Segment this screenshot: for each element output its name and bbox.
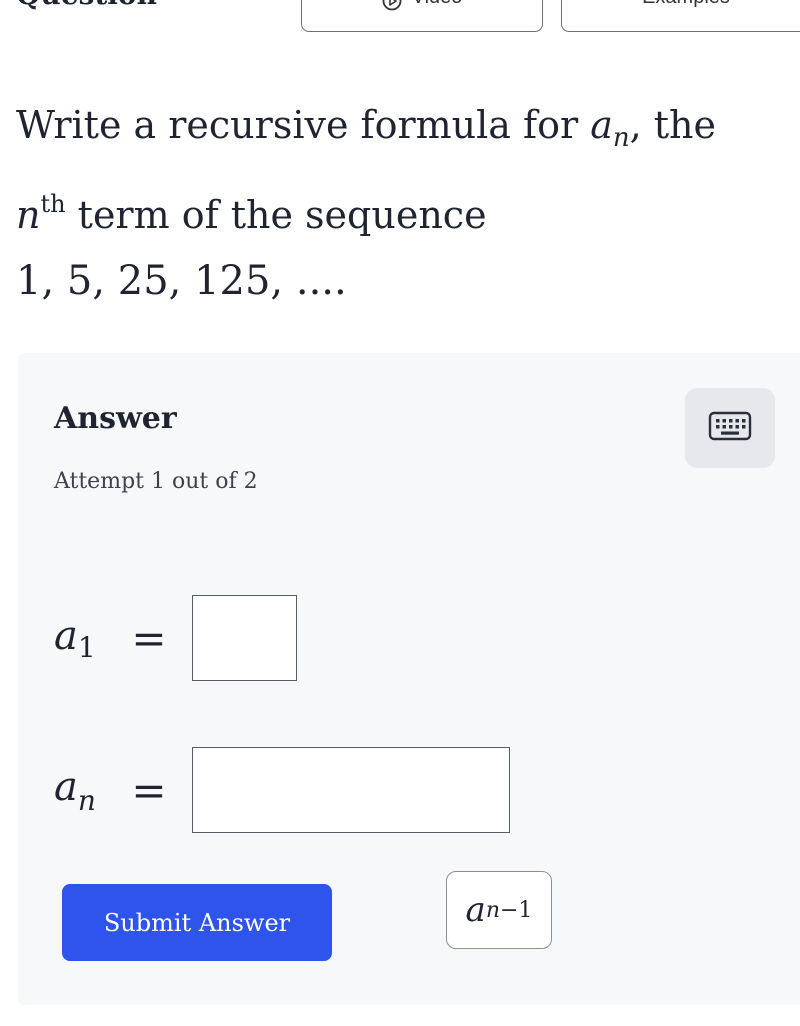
top-bar: Question Video Examples — [0, 0, 800, 60]
examples-button[interactable]: Examples — [561, 0, 800, 32]
equation-a1: a1 = — [54, 595, 297, 681]
attempt-counter: Attempt 1 out of 2 — [54, 469, 258, 494]
an-answer-input[interactable] — [192, 747, 510, 833]
examples-button-label: Examples — [642, 0, 730, 9]
n-th-expression: nth — [16, 190, 66, 237]
an-label: an — [54, 763, 96, 817]
equation-an: an = — [54, 747, 510, 833]
answer-panel: Answer Attempt 1 out of 2 a1 = an = Subm… — [18, 353, 800, 1005]
play-icon — [382, 0, 402, 11]
answer-title: Answer — [54, 401, 177, 436]
equals-sign: = — [131, 613, 167, 663]
question-text: Write a recursive formula for an, the nt… — [16, 92, 776, 314]
keyboard-icon — [708, 411, 752, 445]
question-heading: Question — [16, 0, 157, 10]
a-n-minus-1-chip[interactable]: a n −1 — [446, 871, 552, 949]
keyboard-toggle-button[interactable] — [685, 388, 775, 468]
equals-sign: = — [131, 765, 167, 815]
video-button[interactable]: Video — [301, 0, 543, 32]
question-line-2: nth term of the sequence — [16, 190, 487, 237]
a1-answer-input[interactable] — [192, 595, 297, 681]
video-button-label: Video — [412, 0, 463, 9]
submit-answer-button[interactable]: Submit Answer — [62, 884, 332, 961]
sequence-terms: 1, 5, 25, 125, .... — [16, 258, 347, 304]
a-n-expression: an — [590, 103, 630, 153]
a1-label: a1 — [54, 612, 96, 664]
question-line-1: Write a recursive formula for an, the — [16, 103, 716, 153]
